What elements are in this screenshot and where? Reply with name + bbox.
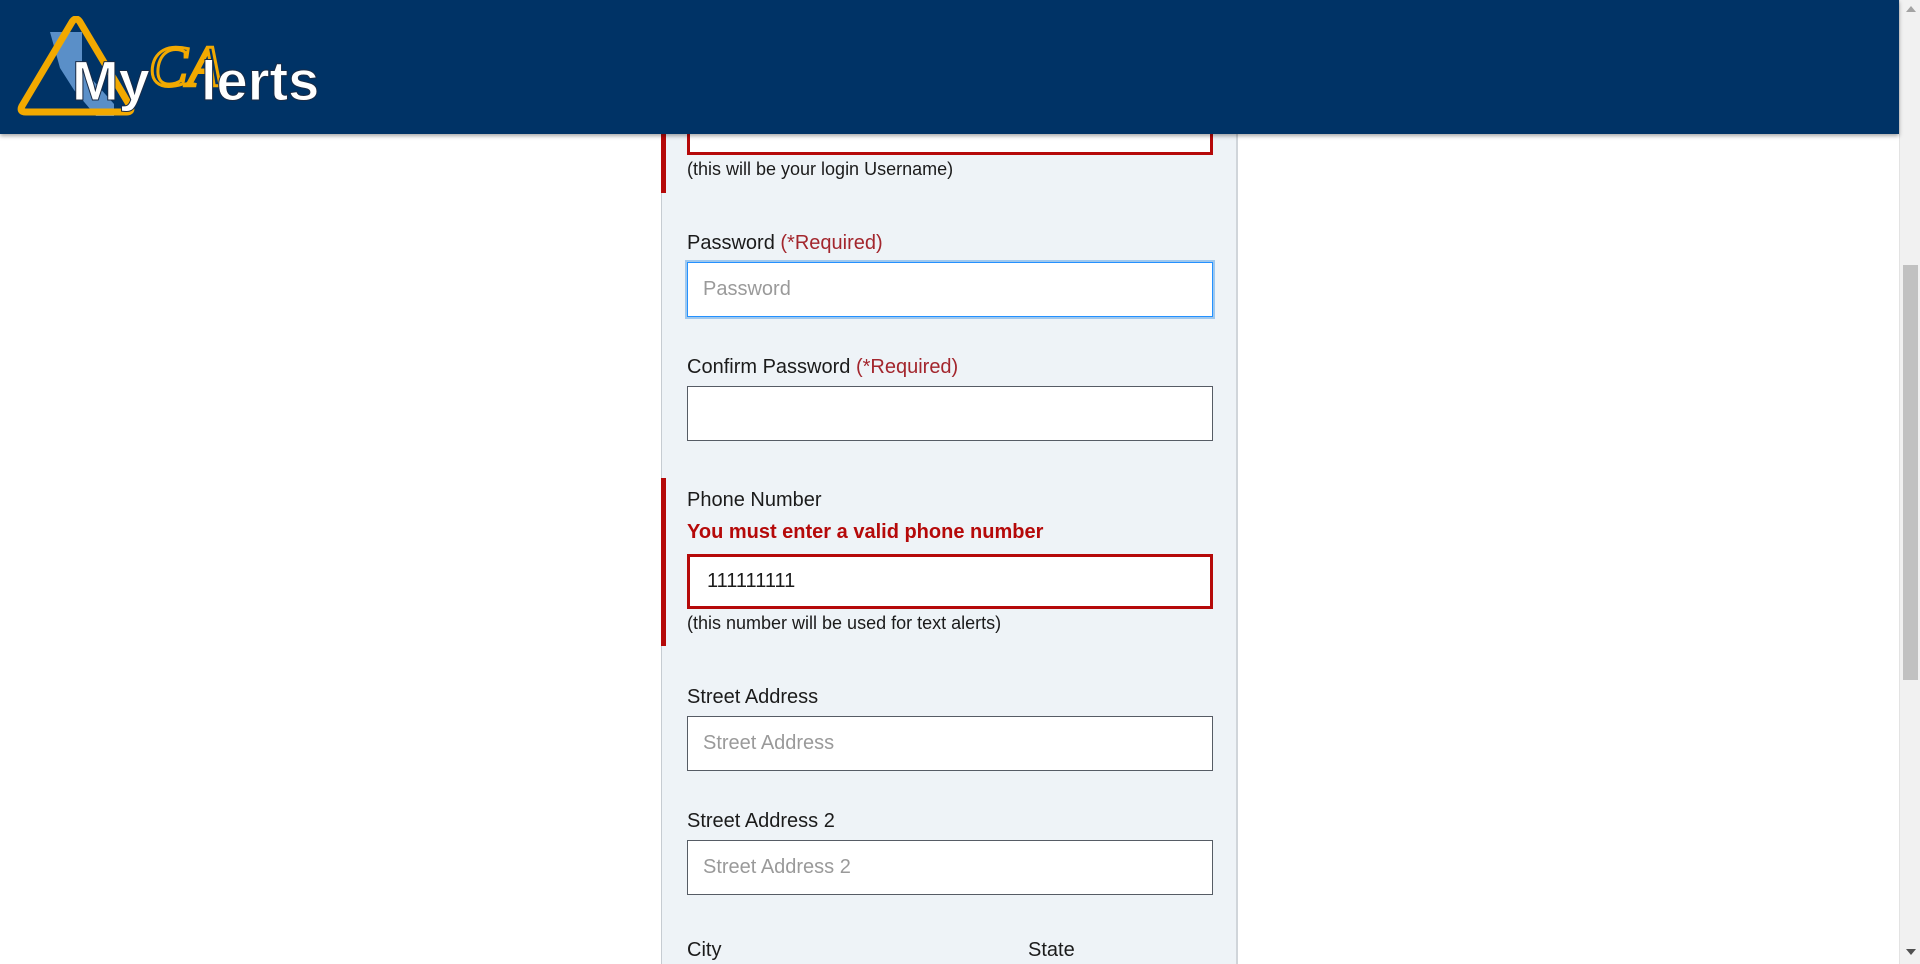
logo-text-alerts: lerts [201, 49, 319, 112]
confirm-password-label-text: Confirm Password [687, 356, 851, 378]
phone-label: Phone Number [687, 489, 822, 511]
scroll-down-arrow-icon[interactable] [1906, 949, 1916, 955]
city-label: City [687, 939, 722, 961]
phone-error-message: You must enter a valid phone number [687, 521, 1044, 543]
password-label: Password (*Required) [687, 232, 883, 255]
email-hint: (this will be your login Username) [687, 159, 954, 179]
phone-input[interactable] [687, 554, 1213, 609]
password-input[interactable] [687, 262, 1213, 317]
street-address-input[interactable] [687, 716, 1213, 771]
site-header: My CA lerts [0, 0, 1899, 134]
scroll-up-arrow-icon[interactable] [1906, 6, 1916, 12]
confirm-password-label: Confirm Password (*Required) [687, 356, 958, 379]
mycalerts-logo[interactable]: My CA lerts [16, 16, 336, 120]
phone-error-indicator [661, 478, 666, 646]
street-address-label: Street Address [687, 686, 819, 708]
password-required-marker: (*Required) [780, 232, 883, 254]
state-label: State [1028, 939, 1075, 961]
page-scrollbar[interactable] [1899, 0, 1920, 964]
confirm-password-required-marker: (*Required) [855, 356, 959, 378]
password-label-text: Password [687, 232, 775, 254]
phone-hint: (this number will be used for text alert… [687, 613, 1002, 633]
email-error-indicator [661, 130, 666, 193]
street-address-2-label: Street Address 2 [687, 810, 835, 832]
logo-text-my: My [72, 49, 150, 112]
street-address-2-input[interactable] [687, 840, 1213, 895]
confirm-password-input[interactable] [687, 386, 1213, 441]
scrollbar-thumb[interactable] [1903, 265, 1918, 680]
